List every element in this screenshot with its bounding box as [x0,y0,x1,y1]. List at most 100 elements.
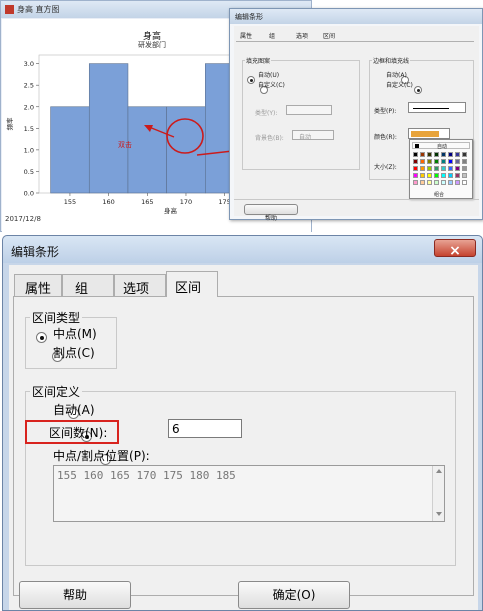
palette-swatch[interactable] [413,166,418,171]
palette-swatch[interactable] [441,152,446,157]
histogram-app-icon [5,5,14,14]
small-border-color-select[interactable] [408,128,450,139]
small-tab-interval[interactable]: 区间 [323,31,335,40]
tab-interval[interactable]: 区间 [166,271,218,297]
small-tab-properties[interactable]: 属性 [240,31,252,40]
small-fill-type-select[interactable] [286,105,332,115]
small-border-color-swatch [411,131,439,137]
palette-swatch[interactable] [462,180,467,185]
palette-swatch[interactable] [448,173,453,178]
palette-swatch[interactable] [441,166,446,171]
small-edit-bar-dialog: 编辑条形 属性 组 选项 区间 填充图案 自动(U) 自定义(C) 类型(Y):… [229,8,483,222]
chart-date: 2017/12/8 [5,215,41,223]
palette-swatch[interactable] [434,173,439,178]
edit-bar-dialog: 编辑条形 × 属性 组 选项 区间 区间类型 中点(M) 割点(C) 区间定义 … [2,235,483,611]
y-tick-label: 2.0 [24,103,34,111]
palette-swatch[interactable] [448,152,453,157]
chart-annotation-label: 双击 [118,141,132,149]
positions-label: 中点/割点位置(P): [53,449,150,463]
palette-auto-option[interactable]: 自动 [412,142,470,150]
x-tick-label: 155 [64,198,76,206]
main-dialog-title: 编辑条形 [11,245,60,259]
tab-properties[interactable]: 属性 [14,274,62,297]
midpoint-label: 中点(M) [53,327,97,341]
palette-swatch[interactable] [441,159,446,164]
help-label: 帮助 [62,588,87,602]
tab-interval-label: 区间 [175,281,202,296]
main-dialog-titlebar[interactable]: 编辑条形 × [3,236,482,263]
small-fill-auto-radio[interactable] [247,75,255,84]
help-button[interactable]: 帮助 [19,581,131,609]
palette-swatch[interactable] [413,180,418,185]
ok-label: 确定(O) [272,588,316,602]
palette-swatch[interactable] [455,159,460,164]
ok-button[interactable]: 确定(O) [238,581,350,609]
small-fill-bg-value: 自动 [299,134,312,141]
palette-swatch[interactable] [462,166,467,171]
palette-swatch[interactable] [420,173,425,178]
small-fill-bg-label: 背景色(B): [255,135,284,142]
scroll-up-icon[interactable] [436,469,442,473]
palette-swatch[interactable] [434,159,439,164]
palette-swatch[interactable] [455,180,460,185]
palette-swatch[interactable] [462,173,467,178]
palette-swatch[interactable] [462,152,467,157]
positions-scrollbar[interactable] [432,466,444,521]
palette-swatch[interactable] [441,180,446,185]
interval-count-input[interactable]: 6 [168,419,242,438]
small-border-line-preview [413,108,449,109]
y-tick-label: 2.5 [24,82,34,90]
histogram-window-title: 身高 直方图 [17,5,60,14]
small-border-auto-label: 自动(A) [386,72,407,79]
palette-swatch[interactable] [434,166,439,171]
palette-swatch[interactable] [448,159,453,164]
palette-swatch[interactable] [462,159,467,164]
tab-options-label: 选项 [123,282,150,297]
palette-swatch[interactable] [420,159,425,164]
palette-swatch[interactable] [427,180,432,185]
small-help-button[interactable]: 帮助 [244,204,298,222]
palette-swatch[interactable] [441,173,446,178]
palette-swatch[interactable] [420,152,425,157]
palette-swatch[interactable] [413,159,418,164]
tab-options[interactable]: 选项 [114,274,166,297]
palette-swatch[interactable] [434,152,439,157]
small-border-custom-radio[interactable] [414,85,423,94]
positions-textarea[interactable]: 155 160 165 170 175 180 185 [53,465,445,522]
small-fill-pattern-legend: 填充图案 [245,56,272,65]
small-border-type-select[interactable] [408,102,466,113]
palette-swatch[interactable] [413,152,418,157]
palette-swatch[interactable] [427,152,432,157]
small-dialog-titlebar[interactable]: 编辑条形 [230,9,482,24]
palette-swatch[interactable] [455,152,460,157]
small-tab-options[interactable]: 选项 [296,31,308,40]
palette-swatch[interactable] [420,166,425,171]
small-border-color-label: 颜色(R): [374,134,397,141]
histogram-bar [88,63,129,194]
palette-custom-label[interactable]: 组合 [434,191,444,198]
small-fill-auto-label: 自动(U) [258,72,280,79]
scroll-down-icon[interactable] [436,512,442,516]
y-tick-label: 1.5 [24,125,34,133]
palette-swatch[interactable] [427,173,432,178]
interval-count-value: 6 [172,422,180,436]
palette-swatch[interactable] [448,180,453,185]
interval-count-label: 区间数(N): [49,426,108,440]
close-button[interactable]: × [434,239,476,259]
palette-swatch[interactable] [455,166,460,171]
palette-swatch[interactable] [455,173,460,178]
x-tick-label: 165 [141,198,153,206]
palette-swatch[interactable] [420,180,425,185]
color-palette-popup: 自动 组合 [409,139,473,199]
y-tick-label: 3.0 [24,60,34,68]
palette-swatch[interactable] [427,159,432,164]
midpoint-radio[interactable] [36,332,47,343]
palette-swatch[interactable] [448,166,453,171]
palette-swatch[interactable] [434,180,439,185]
tab-group[interactable]: 组 [62,274,114,297]
small-border-legend: 边框和填充线 [372,56,411,65]
small-tab-group[interactable]: 组 [269,31,275,40]
palette-swatch[interactable] [427,166,432,171]
close-icon: × [449,243,461,259]
palette-swatch[interactable] [413,173,418,178]
